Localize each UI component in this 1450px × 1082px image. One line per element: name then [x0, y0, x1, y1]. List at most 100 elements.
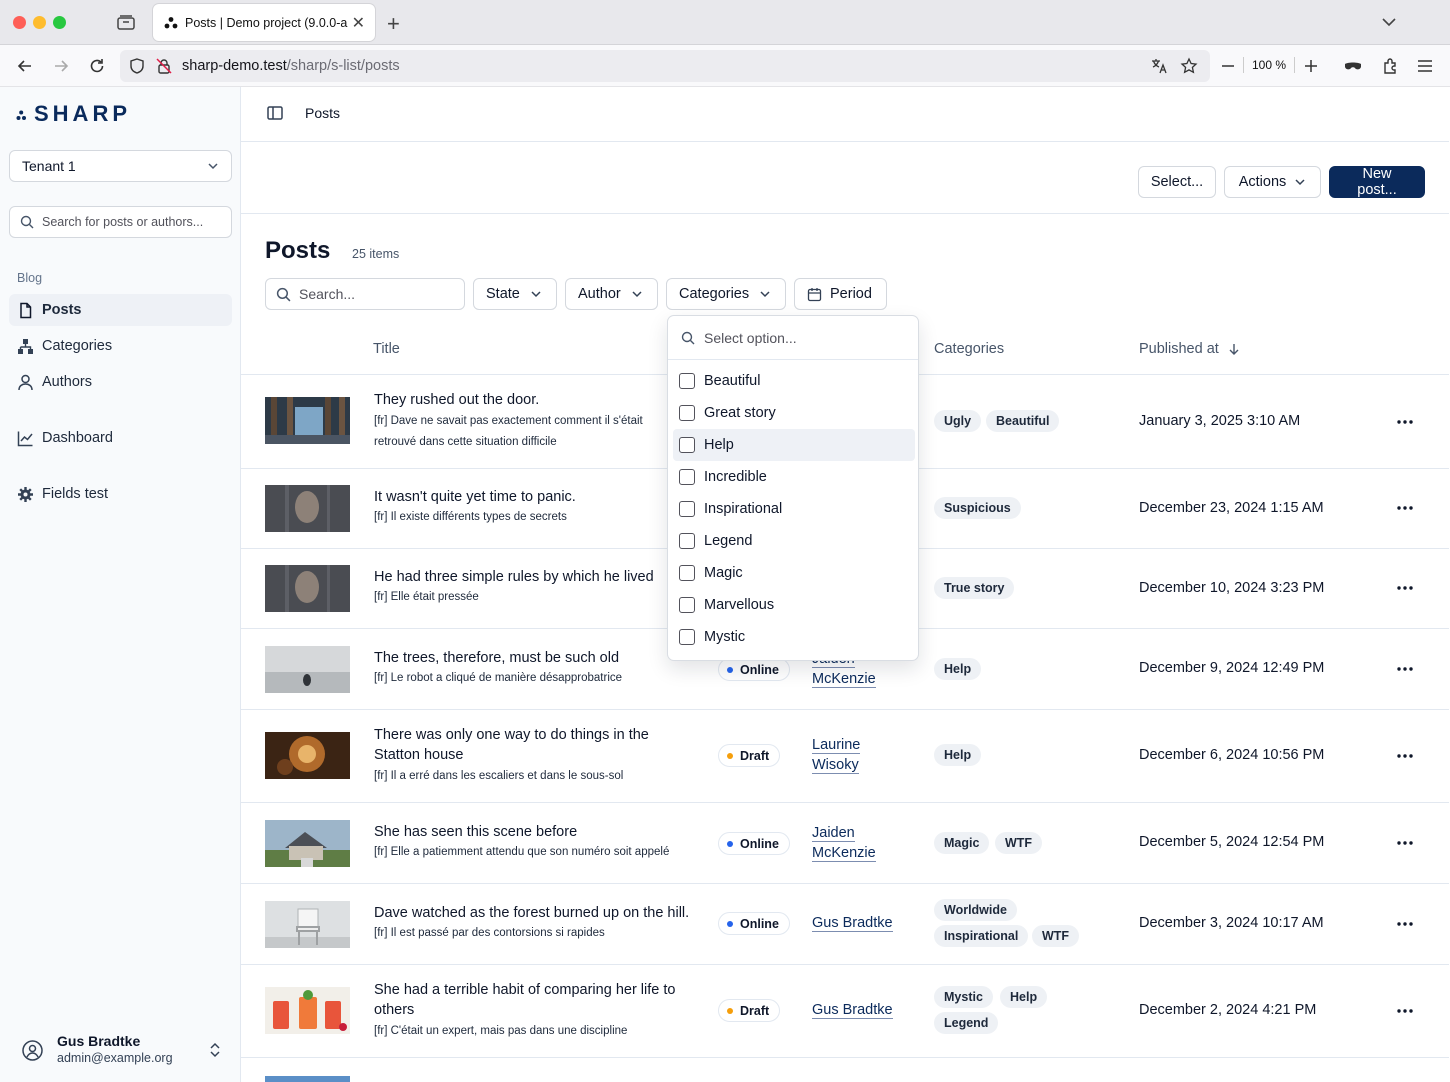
list-search[interactable]: [265, 278, 465, 310]
more-horizontal-icon[interactable]: [1397, 922, 1413, 926]
search-icon: [276, 287, 291, 301]
filter-categories[interactable]: Categories: [666, 278, 786, 310]
tenant-select[interactable]: Tenant 1: [9, 150, 232, 182]
checkbox[interactable]: [679, 501, 695, 517]
option-magic[interactable]: Magic: [673, 557, 915, 589]
close-window-button[interactable]: [13, 16, 26, 29]
bookmark-star-icon[interactable]: [1180, 57, 1198, 75]
filter-period[interactable]: Period: [794, 278, 887, 310]
zoom-out-icon[interactable]: [1218, 56, 1238, 76]
more-horizontal-icon[interactable]: [1397, 754, 1413, 758]
checkbox[interactable]: [679, 373, 695, 389]
checkbox[interactable]: [679, 437, 695, 453]
global-search[interactable]: [9, 206, 232, 238]
sidebar-toggle-icon[interactable]: [267, 105, 283, 121]
row-title[interactable]: The trees, therefore, must be such old: [374, 648, 694, 668]
filter-author[interactable]: Author: [565, 278, 658, 310]
checkbox[interactable]: [679, 469, 695, 485]
sidebar-item-fields-test[interactable]: Fields test: [9, 478, 232, 510]
option-inspirational[interactable]: Inspirational: [673, 493, 915, 525]
sidebar-item-authors[interactable]: Authors: [9, 366, 232, 398]
list-search-input[interactable]: [299, 286, 449, 302]
dropdown-search[interactable]: [668, 316, 918, 360]
row-title[interactable]: It wasn't quite yet time to panic.: [374, 487, 694, 507]
option-help[interactable]: Help: [673, 429, 915, 461]
row-author-link[interactable]: Laurine Wisoky: [812, 735, 892, 775]
row-author-link[interactable]: Gus Bradtke: [812, 913, 922, 933]
address-bar[interactable]: sharp-demo.test/sharp/s-list/posts: [120, 50, 1210, 82]
option-mystic[interactable]: Mystic: [673, 621, 915, 653]
checkbox[interactable]: [679, 533, 695, 549]
chart-icon: [17, 431, 33, 446]
table-row[interactable]: Dave watched as the forest burned up on …: [241, 884, 1449, 965]
row-title[interactable]: They rushed out the door.: [374, 390, 694, 410]
row-title[interactable]: She had a terrible habit of comparing he…: [374, 980, 694, 1020]
extensions-icon[interactable]: [1380, 56, 1400, 76]
dropdown-search-input[interactable]: [704, 329, 894, 346]
column-header-title[interactable]: Title: [373, 341, 400, 357]
filter-state[interactable]: State: [473, 278, 557, 310]
sidebar-item-label: Categories: [42, 338, 113, 354]
new-tab-icon[interactable]: +: [387, 11, 400, 37]
row-author-link[interactable]: Gus Bradtke: [812, 1000, 922, 1020]
more-horizontal-icon[interactable]: [1397, 420, 1413, 424]
status-badge: Draft: [718, 999, 781, 1022]
chevron-down-icon[interactable]: [1380, 13, 1398, 31]
more-horizontal-icon[interactable]: [1397, 1009, 1413, 1013]
category-chip: Help: [934, 744, 982, 766]
more-horizontal-icon[interactable]: [1397, 586, 1413, 590]
row-title[interactable]: She has seen this scene before: [374, 822, 694, 842]
close-tab-icon[interactable]: ✕: [352, 13, 365, 33]
zoom-level[interactable]: 100 %: [1243, 57, 1296, 73]
insecure-lock-icon[interactable]: [155, 57, 173, 75]
select-button[interactable]: Select...: [1138, 166, 1216, 198]
option-great-story[interactable]: Great story: [673, 397, 915, 429]
more-horizontal-icon[interactable]: [1397, 841, 1413, 845]
row-author-link[interactable]: Jaiden McKenzie: [812, 823, 922, 863]
checkbox[interactable]: [679, 565, 695, 581]
column-header-categories[interactable]: Categories: [934, 341, 1004, 357]
table-row[interactable]: There was only one way to do things in t…: [241, 710, 1449, 803]
sidebar-item-categories[interactable]: Categories: [9, 330, 232, 362]
sidebar-item-posts[interactable]: Posts: [9, 294, 232, 326]
more-horizontal-icon[interactable]: [1397, 667, 1413, 671]
row-subtitle: [fr] Dave ne savait pas exactement comme…: [374, 415, 643, 448]
option-beautiful[interactable]: Beautiful: [673, 365, 915, 397]
sidebar-item-dashboard[interactable]: Dashboard: [9, 422, 232, 454]
back-icon[interactable]: [15, 56, 35, 76]
checkbox[interactable]: [679, 597, 695, 613]
checkbox[interactable]: [679, 629, 695, 645]
table-row[interactable]: She had a terrible habit of comparing he…: [241, 965, 1449, 1058]
row-title[interactable]: Dave watched as the forest burned up on …: [374, 903, 704, 923]
translate-icon[interactable]: [1150, 57, 1168, 75]
table-row[interactable]: She has seen this scene before [fr] Elle…: [241, 803, 1449, 884]
browser-tab[interactable]: Posts | Demo project (9.0.0-alpha) ✕: [153, 4, 375, 41]
option-incredible[interactable]: Incredible: [673, 461, 915, 493]
row-published-at: December 10, 2024 3:23 PM: [1139, 580, 1325, 596]
breadcrumb[interactable]: Posts: [305, 105, 340, 121]
menu-icon[interactable]: [1415, 56, 1435, 76]
checkbox[interactable]: [679, 405, 695, 421]
shield-icon[interactable]: [128, 57, 146, 75]
more-horizontal-icon[interactable]: [1397, 506, 1413, 510]
new-post-button[interactable]: New post...: [1329, 166, 1425, 198]
option-marvellous[interactable]: Marvellous: [673, 589, 915, 621]
minimize-window-button[interactable]: [33, 16, 46, 29]
forward-icon[interactable]: [51, 56, 71, 76]
global-search-input[interactable]: [42, 215, 212, 229]
actions-button[interactable]: Actions: [1224, 166, 1321, 198]
category-chip: WTF: [995, 832, 1043, 854]
option-legend[interactable]: Legend: [673, 525, 915, 557]
tab-overview-icon[interactable]: [116, 13, 136, 31]
row-subtitle: [fr] Il a erré dans les escaliers et dan…: [374, 770, 624, 782]
private-mask-icon[interactable]: [1343, 56, 1363, 76]
reload-icon[interactable]: [87, 56, 107, 76]
row-title[interactable]: He had three simple rules by which he li…: [374, 567, 694, 587]
sharp-logo[interactable]: SHARP: [16, 101, 131, 126]
row-subtitle: [fr] Elle était pressée: [374, 591, 479, 603]
column-header-published[interactable]: Published at: [1139, 341, 1241, 357]
user-menu[interactable]: Gus Bradtke admin@example.org: [0, 1027, 240, 1072]
zoom-window-button[interactable]: [53, 16, 66, 29]
row-title[interactable]: There was only one way to do things in t…: [374, 725, 694, 765]
zoom-in-icon[interactable]: [1301, 56, 1321, 76]
